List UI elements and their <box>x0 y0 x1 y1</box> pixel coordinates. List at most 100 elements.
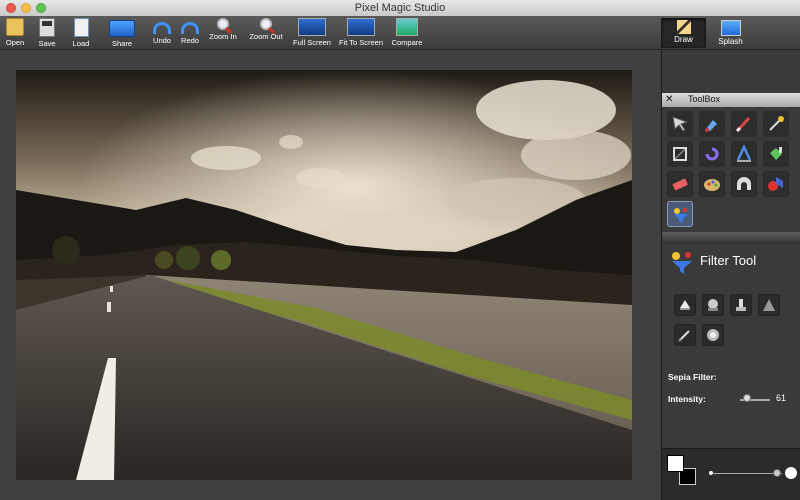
paint-bucket-tool-icon <box>705 120 717 132</box>
full-screen-label: Full Screen <box>293 38 331 47</box>
compare-button[interactable]: Compare <box>390 18 424 47</box>
shapes-tool[interactable] <box>763 171 789 197</box>
open-label: Open <box>5 38 25 47</box>
color-brush-bar <box>662 448 800 500</box>
filter-tool[interactable] <box>667 201 693 227</box>
filter-tool-title: Filter Tool <box>700 253 757 268</box>
save-label: Save <box>38 39 56 48</box>
filter-tool-icon <box>674 208 688 223</box>
crop-tool-icon <box>673 147 687 161</box>
text-tool-icon <box>736 145 752 162</box>
compare-icon <box>396 18 418 36</box>
splash-label: Splash <box>718 37 743 46</box>
share-button[interactable]: Share <box>108 18 136 48</box>
sepia-road-photo <box>16 70 632 480</box>
draw-label: Draw <box>674 35 693 44</box>
rotate-tool[interactable] <box>699 141 725 167</box>
toolbox-title: ToolBox <box>688 94 721 104</box>
foreground-color-swatch[interactable] <box>667 455 684 472</box>
splash-monitor-icon <box>720 20 741 36</box>
save-button[interactable]: Save <box>36 18 58 48</box>
open-button[interactable]: Open <box>4 18 26 47</box>
zoom-in-icon <box>217 18 229 30</box>
tools-icon: ✕ <box>665 94 674 105</box>
zoom-in-button[interactable]: Zoom In <box>208 18 238 41</box>
magic-wand-tool-icon <box>769 116 784 131</box>
filter-tool-header-icon <box>672 252 692 274</box>
eraser-tool-icon <box>672 178 688 191</box>
undo-button[interactable]: Undo <box>150 18 174 45</box>
draw-mode-button[interactable]: Draw <box>661 18 706 48</box>
sharpen-filter-icon <box>763 299 775 311</box>
emboss-filter-button[interactable] <box>702 294 724 316</box>
undo-arrow-icon <box>153 22 171 34</box>
tool-panel: ✕ ToolBox Filter Tool Sepia Filter: Inte… <box>661 50 800 500</box>
undo-label: Undo <box>153 36 171 45</box>
zoom-in-label: Zoom In <box>209 32 237 41</box>
compare-label: Compare <box>391 38 423 47</box>
blur-filter-icon <box>707 329 719 341</box>
main-toolbar: Open Save Load Share Undo Redo Zoom In Z… <box>0 16 800 50</box>
palette-tool-icon <box>704 179 720 191</box>
fit-to-screen-label: Fit To Screen <box>338 38 384 47</box>
load-label: Load <box>72 39 90 48</box>
redo-arrow-icon <box>181 22 199 34</box>
toolbox-header: ✕ ToolBox <box>662 93 800 107</box>
full-screen-button[interactable]: Full Screen <box>292 18 332 47</box>
magic-wand-tool[interactable] <box>763 111 789 137</box>
app-window: Pixel Magic Studio Open Save Load Share … <box>0 0 800 500</box>
smudge-filter-button[interactable] <box>730 294 752 316</box>
paint-bucket-tool[interactable] <box>699 111 725 137</box>
panel-separator <box>662 232 800 244</box>
canvas-area[interactable] <box>0 50 661 500</box>
intensity-value: 61 <box>776 393 787 403</box>
arrow-select-tool-icon <box>672 116 689 132</box>
stamp-tool[interactable] <box>731 171 757 197</box>
zoom-out-icon <box>260 18 272 30</box>
fill-tool[interactable] <box>763 141 789 167</box>
fit-to-screen-button[interactable]: Fit To Screen <box>338 18 384 47</box>
palette-tool[interactable] <box>699 171 725 197</box>
sharpen-filter-button[interactable] <box>758 294 780 316</box>
text-tool[interactable] <box>731 141 757 167</box>
load-document-icon <box>73 18 89 37</box>
eraser-tool[interactable] <box>667 171 693 197</box>
open-folder-icon <box>6 18 24 36</box>
zoom-out-label: Zoom Out <box>249 32 283 41</box>
redo-button[interactable]: Redo <box>178 18 202 45</box>
load-button[interactable]: Load <box>70 18 92 48</box>
share-label: Share <box>111 39 132 48</box>
crop-tool[interactable] <box>667 141 693 167</box>
rotate-tool-icon <box>705 147 719 161</box>
fill-tool-icon <box>770 147 782 160</box>
brush-size-slider-knob[interactable] <box>773 469 781 477</box>
tint-filter-button[interactable] <box>674 294 696 316</box>
arrow-select-tool[interactable] <box>667 111 693 137</box>
brush-size-slider-track[interactable] <box>712 473 782 474</box>
zoom-out-button[interactable]: Zoom Out <box>248 18 284 41</box>
full-screen-icon <box>298 18 326 36</box>
share-icon <box>109 20 135 37</box>
brush-tool-icon <box>735 116 751 133</box>
stamp-tool-icon <box>737 177 751 190</box>
pencil-filter-icon <box>678 330 690 342</box>
save-disk-icon <box>39 18 55 37</box>
tint-filter-icon <box>680 300 690 310</box>
redo-label: Redo <box>181 36 199 45</box>
fit-to-screen-icon <box>347 18 375 36</box>
splash-mode-button[interactable]: Splash <box>708 18 753 48</box>
sepia-filter-label: Sepia Filter: <box>668 372 717 382</box>
intensity-slider-knob[interactable] <box>743 394 751 402</box>
smudge-filter-icon <box>736 299 746 311</box>
blur-filter-button[interactable] <box>702 324 724 346</box>
brush-tool[interactable] <box>731 111 757 137</box>
brush-size-max-icon <box>785 467 797 479</box>
shapes-tool-icon <box>768 177 783 191</box>
photo-canvas[interactable] <box>16 70 632 480</box>
draw-pencil-icon <box>676 20 691 34</box>
pencil-filter-button[interactable] <box>674 324 696 346</box>
title-bar: Pixel Magic Studio <box>0 0 800 17</box>
window-title: Pixel Magic Studio <box>354 2 446 14</box>
intensity-label: Intensity: <box>668 394 706 404</box>
emboss-filter-icon <box>708 299 718 311</box>
